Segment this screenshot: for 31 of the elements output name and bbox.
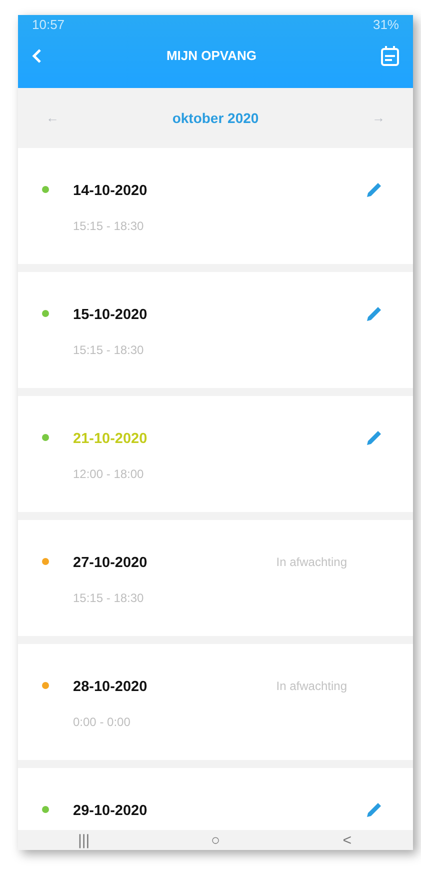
back-button[interactable]: < xyxy=(302,832,392,848)
entry-card[interactable]: 28-10-2020 0:00 - 0:00 In afwachting xyxy=(18,644,413,760)
edit-icon[interactable] xyxy=(366,429,383,446)
entry-date: 21-10-2020 xyxy=(73,430,148,449)
month-label: oktober 2020 xyxy=(172,108,259,128)
edit-icon[interactable] xyxy=(366,801,383,818)
battery-level: 31% xyxy=(372,16,399,31)
calendar-icon[interactable] xyxy=(381,46,399,66)
status-label: In afwachting xyxy=(276,678,347,695)
status-time: 10:57 xyxy=(32,16,65,31)
entry-card[interactable]: 27-10-2020 15:15 - 18:30 In afwachting xyxy=(18,520,413,636)
entry-time: 15:15 - 18:30 xyxy=(73,218,145,235)
entry-time: 0:00 - 0:00 xyxy=(73,714,132,731)
edit-icon[interactable] xyxy=(366,305,383,322)
entry-card[interactable]: 14-10-2020 15:15 - 18:30 xyxy=(18,148,413,264)
entry-time: 15:15 - 18:30 xyxy=(73,590,145,607)
edit-icon[interactable] xyxy=(366,181,383,198)
entry-date: 14-10-2020 xyxy=(73,182,148,201)
recent-apps-button[interactable]: ||| xyxy=(38,832,129,848)
entry-date: 27-10-2020 xyxy=(73,554,148,573)
entry-date: 15-10-2020 xyxy=(73,306,148,325)
page-title: MIJN OPVANG xyxy=(166,47,257,66)
entry-card[interactable]: 15-10-2020 15:15 - 18:30 xyxy=(18,272,413,388)
entry-time: 12:00 - 18:00 xyxy=(73,466,145,483)
entry-card[interactable]: 29-10-2020 xyxy=(18,768,413,830)
back-icon[interactable] xyxy=(32,49,42,63)
home-button[interactable]: ○ xyxy=(170,832,260,848)
entry-date: 28-10-2020 xyxy=(73,678,148,697)
entry-date: 29-10-2020 xyxy=(73,802,148,821)
status-label: In afwachting xyxy=(276,554,347,571)
entry-time: 15:15 - 18:30 xyxy=(73,342,145,359)
